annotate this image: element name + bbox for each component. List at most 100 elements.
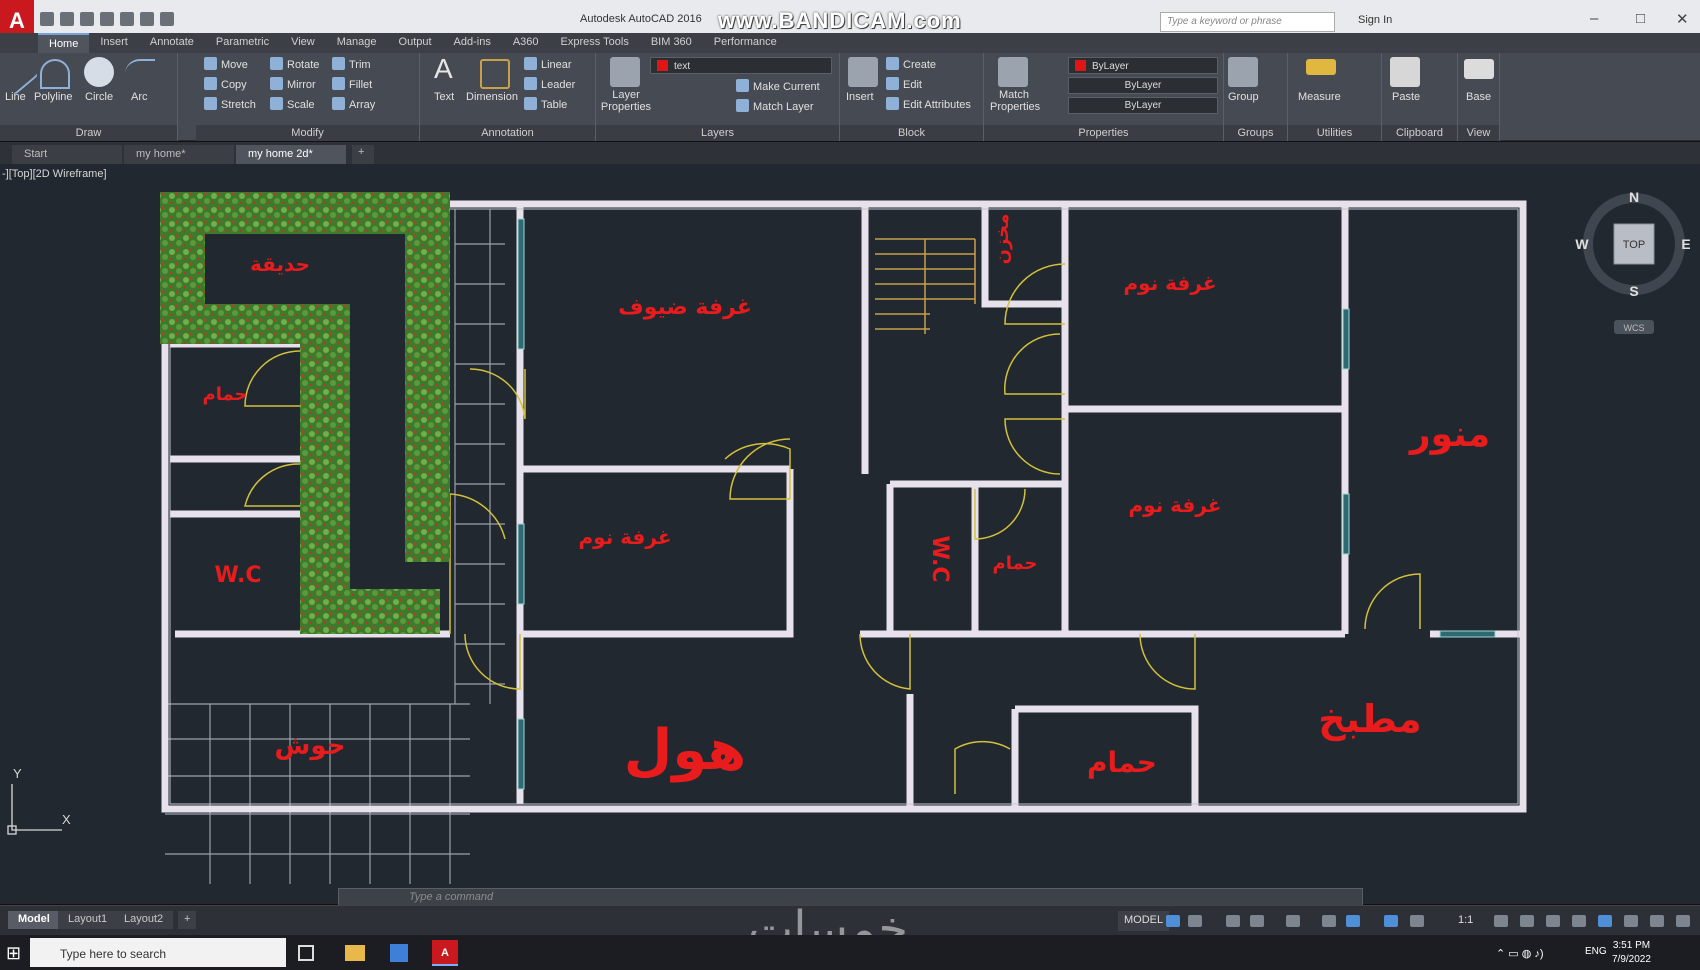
table-button[interactable]: Table [524,97,567,111]
customization-icon[interactable] [1676,915,1690,927]
tab-view[interactable]: View [280,33,326,53]
save-as-icon[interactable] [100,12,114,26]
match-layer-button[interactable]: Match Layer [736,99,814,113]
color-dropdown[interactable]: ByLayer [1068,57,1218,74]
copy-button[interactable]: Copy [204,77,247,91]
panel-block-title[interactable]: Block [840,125,983,141]
base-button[interactable]: Base [1466,91,1491,103]
tab-annotate[interactable]: Annotate [139,33,205,53]
panel-draw-title[interactable]: Draw [0,125,177,141]
layer-properties-icon[interactable] [610,57,640,87]
osnap-icon[interactable] [1286,915,1300,927]
edit-attributes-button[interactable]: Edit Attributes [886,97,971,111]
stretch-button[interactable]: Stretch [204,97,256,111]
panel-annotation-title[interactable]: Annotation [420,125,595,141]
tab-parametric[interactable]: Parametric [205,33,280,53]
viewcube[interactable]: TOP N S E W WCS [1570,190,1690,340]
panel-modify-title[interactable]: Modify [196,125,419,141]
line-button[interactable]: Line [5,91,26,103]
text-icon[interactable]: A [434,53,453,85]
text-button[interactable]: Text [434,91,454,103]
trim-button[interactable]: Trim [332,57,371,71]
clean-screen-icon[interactable] [1650,915,1664,927]
compass-east[interactable]: E [1681,236,1690,252]
tab-output[interactable]: Output [388,33,443,53]
tab-manage[interactable]: Manage [326,33,388,53]
edit-block-button[interactable]: Edit [886,77,922,91]
grid-icon[interactable] [1166,915,1180,927]
tab-bim360[interactable]: BIM 360 [640,33,703,53]
sign-in-button[interactable]: Sign In [1358,14,1392,26]
circle-icon[interactable] [84,57,114,87]
polyline-button[interactable]: Polyline [34,91,73,103]
close-icon[interactable]: ✕ [1676,10,1689,28]
leader-button[interactable]: Leader [524,77,575,91]
hardware-acceleration-icon[interactable] [1624,915,1638,927]
match-properties-icon[interactable] [998,57,1028,87]
tab-performance[interactable]: Performance [703,33,788,53]
linetype-dropdown[interactable]: ByLayer [1068,77,1218,94]
annotation-scale[interactable]: 1:1 [1458,914,1473,926]
annotation-visibility-icon[interactable] [1384,915,1398,927]
new-tab-icon[interactable]: + [352,145,374,164]
dimension-icon[interactable] [480,59,510,89]
paste-icon[interactable] [1390,57,1420,87]
quick-properties-icon[interactable] [1572,915,1586,927]
arc-icon[interactable] [125,59,155,89]
transparency-icon[interactable] [1346,915,1360,927]
autoscale-icon[interactable] [1410,915,1424,927]
panel-clipboard-title[interactable]: Clipboard [1382,125,1457,141]
layout-tab-layout1[interactable]: Layout1 [58,911,118,929]
fillet-button[interactable]: Fillet [332,77,372,91]
add-layout-icon[interactable]: + [178,911,197,929]
minimize-icon[interactable]: – [1590,10,1598,27]
snap-icon[interactable] [1188,915,1202,927]
taskbar-search-input[interactable]: Type here to search [30,938,286,967]
mirror-button[interactable]: Mirror [270,77,316,91]
new-file-icon[interactable] [40,12,54,26]
language-indicator[interactable]: ENG [1585,946,1607,957]
panel-layers-title[interactable]: Layers [596,125,839,141]
arc-button[interactable]: Arc [131,91,148,103]
rotate-button[interactable]: Rotate [270,57,319,71]
dimension-button[interactable]: Dimension [466,91,518,103]
isolate-objects-icon[interactable] [1598,915,1612,927]
tab-express-tools[interactable]: Express Tools [550,33,640,53]
move-button[interactable]: Move [204,57,248,71]
tray-icons[interactable]: ⌃ ▭ ◍ ♪) [1496,947,1544,960]
drawing-canvas[interactable]: -][Top][2D Wireframe] حديقة حمام W.C حوش… [0,164,1700,904]
insert-button[interactable]: Insert [846,91,874,103]
ortho-icon[interactable] [1226,915,1240,927]
insert-block-icon[interactable] [848,57,878,87]
autocad-taskbar-icon[interactable]: A [432,940,458,966]
system-clock[interactable]: 3:51 PM 7/9/2022 [1612,939,1651,967]
layer-dropdown[interactable]: text [650,57,832,74]
help-search-input[interactable]: Type a keyword or phrase [1160,12,1335,32]
maximize-icon[interactable]: □ [1636,10,1645,27]
circle-button[interactable]: Circle [85,91,113,103]
measure-icon[interactable] [1306,59,1336,75]
tab-add-ins[interactable]: Add-ins [443,33,502,53]
windows-start-icon[interactable]: ⊞ [6,943,26,963]
model-space-toggle[interactable]: MODEL [1118,911,1170,931]
file-explorer-icon[interactable] [345,945,365,961]
store-icon[interactable] [390,944,408,962]
doc-tab-my-home[interactable]: my home* [124,145,234,164]
undo-icon[interactable] [140,12,154,26]
tab-insert[interactable]: Insert [89,33,139,53]
tab-a360[interactable]: A360 [502,33,550,53]
annotation-monitor-icon[interactable] [1520,915,1534,927]
group-button[interactable]: Group [1228,91,1259,103]
workspace-gear-icon[interactable] [1494,915,1508,927]
group-icon[interactable] [1228,57,1258,87]
save-icon[interactable] [80,12,94,26]
polar-icon[interactable] [1250,915,1264,927]
panel-view-title[interactable]: View [1458,125,1499,141]
make-current-button[interactable]: Make Current [736,79,820,93]
lineweight-icon[interactable] [1322,915,1336,927]
compass-south[interactable]: S [1629,283,1638,299]
layout-tab-model[interactable]: Model [8,911,60,929]
base-view-icon[interactable] [1464,59,1494,79]
polyline-icon[interactable] [40,59,70,89]
open-file-icon[interactable] [60,12,74,26]
